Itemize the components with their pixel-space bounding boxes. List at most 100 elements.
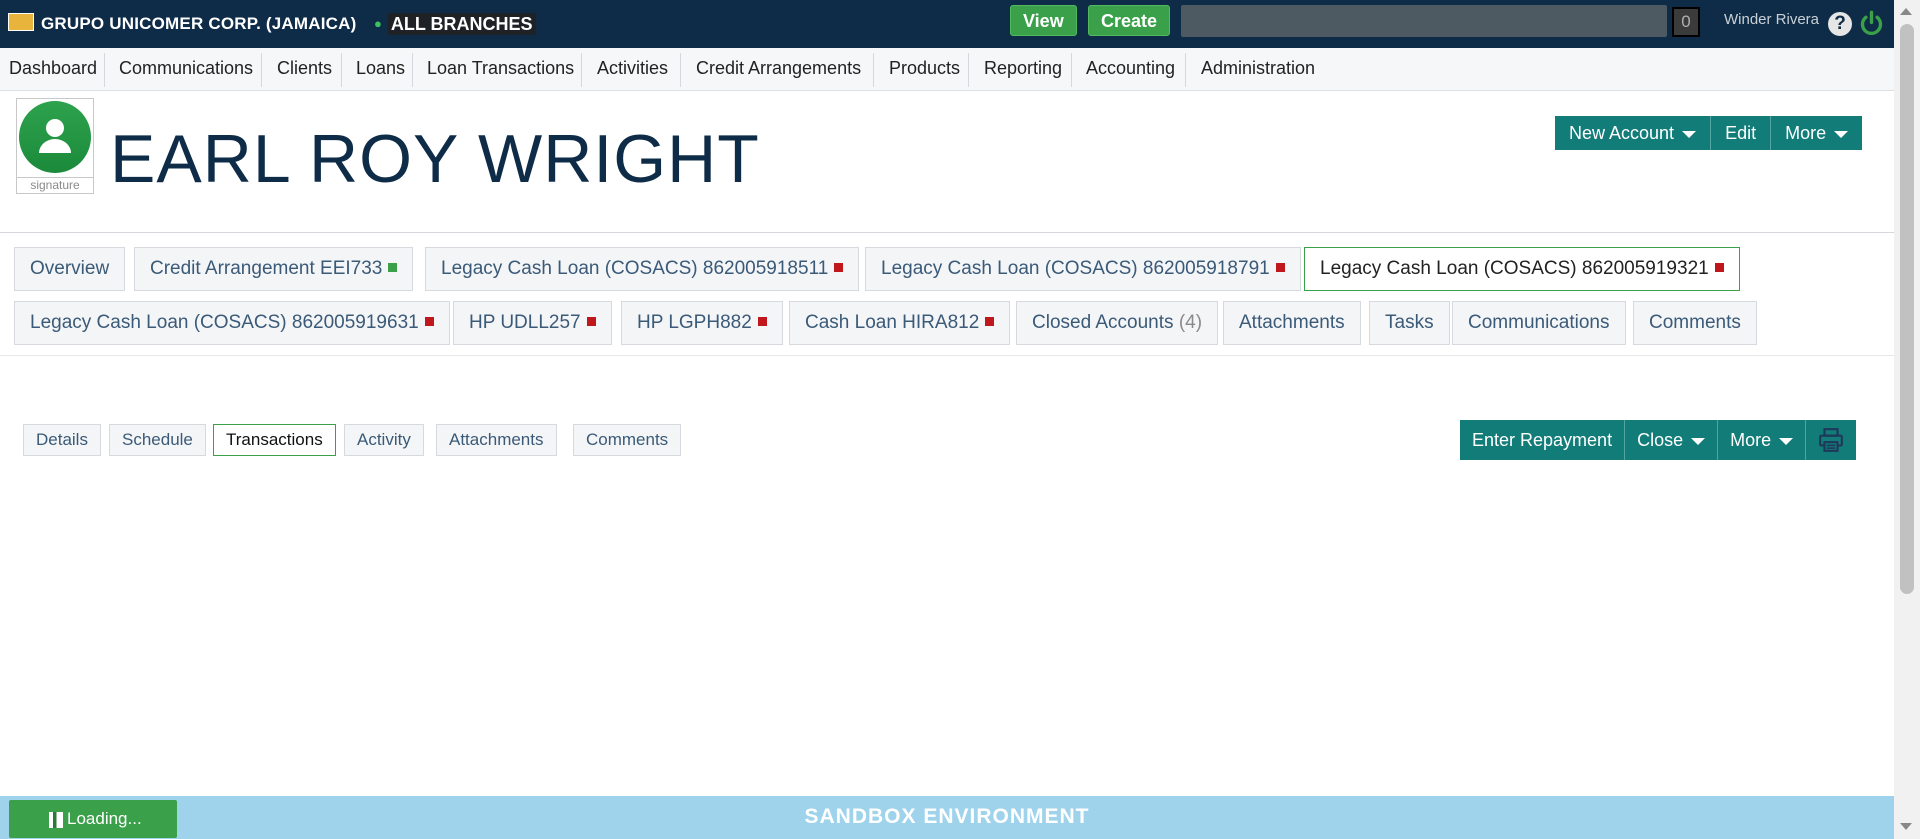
nav-accounting[interactable]: Accounting xyxy=(1086,48,1175,90)
tab-hp-udll257[interactable]: HP UDLL257 xyxy=(453,301,612,345)
tab-label: Overview xyxy=(30,258,110,279)
tab-credit-arrangement[interactable]: Credit Arrangement EEI733 xyxy=(134,247,414,291)
tab-hp-lgph882[interactable]: HP LGPH882 xyxy=(621,301,783,345)
tab-comments[interactable]: Comments xyxy=(1633,301,1757,345)
nav-reporting[interactable]: Reporting xyxy=(984,48,1062,90)
scroll-thumb[interactable] xyxy=(1900,24,1914,594)
close-label: Close xyxy=(1637,430,1684,450)
avatar[interactable]: signature xyxy=(16,98,94,194)
environment-banner: SANDBOX ENVIRONMENT Loading... xyxy=(0,796,1894,839)
status-indicator-icon xyxy=(1714,263,1724,273)
power-icon[interactable] xyxy=(1858,10,1885,37)
enter-repayment-button[interactable]: Enter Repayment xyxy=(1460,420,1626,460)
subtab-comments[interactable]: Comments xyxy=(573,424,682,456)
tab-label: HP LGPH882 xyxy=(637,312,752,333)
divider xyxy=(0,232,1894,233)
tab-label: Tasks xyxy=(1385,312,1434,333)
nav-clients[interactable]: Clients xyxy=(277,48,332,90)
status-indicator-icon xyxy=(834,263,844,273)
client-name: EARL ROY WRIGHT xyxy=(110,121,760,197)
chevron-down-icon xyxy=(1779,437,1794,445)
subtab-attachments[interactable]: Attachments xyxy=(436,424,557,456)
nav-divider xyxy=(341,53,342,87)
notification-count[interactable]: 0 xyxy=(1672,7,1700,37)
subtab-details[interactable]: Details xyxy=(23,424,101,456)
nav-loan-transactions[interactable]: Loan Transactions xyxy=(427,48,574,90)
user-icon xyxy=(39,119,71,153)
chevron-down-icon xyxy=(1682,130,1697,138)
tab-label: Cash Loan HIRA812 xyxy=(805,312,980,333)
tab-legacy-loan-3[interactable]: Legacy Cash Loan (COSACS) 862005919321 xyxy=(1304,247,1740,291)
tab-cash-loan-hira812[interactable]: Cash Loan HIRA812 xyxy=(789,301,1011,345)
tab-label: Legacy Cash Loan (COSACS) 862005919631 xyxy=(30,312,419,333)
nav-divider xyxy=(1185,53,1186,87)
nav-products[interactable]: Products xyxy=(889,48,960,90)
chevron-down-icon xyxy=(1834,130,1849,138)
status-indicator-icon xyxy=(757,317,767,327)
tab-label: Legacy Cash Loan (COSACS) 862005919321 xyxy=(1320,258,1709,279)
status-indicator-icon xyxy=(424,317,434,327)
help-icon[interactable]: ? xyxy=(1828,12,1852,36)
close-button[interactable]: Close xyxy=(1625,420,1719,460)
nav-divider xyxy=(581,53,582,87)
subtab-schedule[interactable]: Schedule xyxy=(109,424,206,456)
loan-actions: Enter Repayment Close More xyxy=(1460,420,1857,460)
branch-label: ALL BRANCHES xyxy=(387,13,536,35)
loan-more-button[interactable]: More xyxy=(1718,420,1807,460)
subtab-activity[interactable]: Activity xyxy=(344,424,424,456)
more-label: More xyxy=(1785,123,1827,143)
tab-closed-accounts[interactable]: Closed Accounts (4) xyxy=(1016,301,1219,345)
search-input[interactable] xyxy=(1181,5,1667,37)
view-button[interactable]: View xyxy=(1010,5,1077,36)
status-indicator-icon xyxy=(388,263,398,273)
tab-label: HP UDLL257 xyxy=(469,312,581,333)
tab-label: Credit Arrangement EEI733 xyxy=(150,258,383,279)
printer-icon xyxy=(1819,428,1844,452)
nav-divider xyxy=(261,53,262,87)
tab-label: Legacy Cash Loan (COSACS) 862005918511 xyxy=(441,258,829,279)
edit-label: Edit xyxy=(1725,123,1757,143)
edit-button[interactable]: Edit xyxy=(1711,116,1772,150)
tab-label: Communications xyxy=(1468,312,1610,333)
avatar-circle xyxy=(19,101,91,173)
tab-tasks[interactable]: Tasks xyxy=(1369,301,1450,345)
nav-loans[interactable]: Loans xyxy=(356,48,405,90)
scroll-down-arrow-icon[interactable] xyxy=(1900,823,1912,830)
tab-legacy-loan-1[interactable]: Legacy Cash Loan (COSACS) 862005918511 xyxy=(425,247,860,291)
tab-legacy-loan-2[interactable]: Legacy Cash Loan (COSACS) 862005918791 xyxy=(865,247,1301,291)
loading-label: Loading... xyxy=(67,809,142,828)
nav-administration[interactable]: Administration xyxy=(1201,48,1315,90)
tab-legacy-loan-4[interactable]: Legacy Cash Loan (COSACS) 862005919631 xyxy=(14,301,450,345)
nav-communications[interactable]: Communications xyxy=(119,48,253,90)
tab-label: Closed Accounts xyxy=(1032,312,1174,333)
nav-divider xyxy=(1071,53,1072,87)
nav-credit-arrangements[interactable]: Credit Arrangements xyxy=(696,48,861,90)
user-name[interactable]: Winder Rivera xyxy=(1724,11,1819,28)
tab-attachments[interactable]: Attachments xyxy=(1223,301,1361,345)
client-more-button[interactable]: More xyxy=(1771,116,1862,150)
tab-communications[interactable]: Communications xyxy=(1452,301,1626,345)
main-nav: Dashboard Communications Clients Loans L… xyxy=(0,48,1894,91)
tab-label: Legacy Cash Loan (COSACS) 862005918791 xyxy=(881,258,1270,279)
new-account-label: New Account xyxy=(1569,123,1675,143)
subtab-transactions[interactable]: Transactions xyxy=(213,424,336,456)
print-button[interactable] xyxy=(1806,420,1856,460)
status-indicator-icon xyxy=(985,317,995,327)
tab-overview[interactable]: Overview xyxy=(14,247,126,291)
nav-activities[interactable]: Activities xyxy=(597,48,668,90)
loading-icon xyxy=(49,811,63,828)
create-button[interactable]: Create xyxy=(1088,5,1171,36)
branch-selector[interactable]: ● ALL BRANCHES xyxy=(366,12,542,36)
company-name: GRUPO UNICOMER CORP. (JAMAICA) xyxy=(41,14,357,33)
tab-label: Comments xyxy=(1649,312,1741,333)
nav-divider xyxy=(412,53,413,87)
branch-status-dot: ● xyxy=(374,16,382,31)
nav-dashboard[interactable]: Dashboard xyxy=(9,48,97,90)
nav-divider xyxy=(873,53,874,87)
new-account-button[interactable]: New Account xyxy=(1555,116,1712,150)
top-bar: GRUPO UNICOMER CORP. (JAMAICA) ● ALL BRAN… xyxy=(0,0,1894,48)
nav-divider xyxy=(104,53,105,87)
vertical-scrollbar[interactable] xyxy=(1894,0,1920,839)
scroll-up-arrow-icon[interactable] xyxy=(1900,8,1912,15)
loading-indicator: Loading... xyxy=(9,800,177,838)
